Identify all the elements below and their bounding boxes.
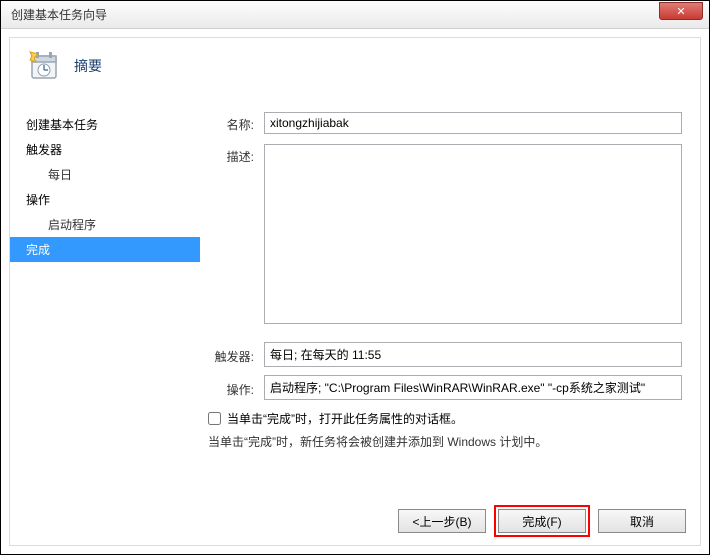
action-value: 启动程序; "C:\Program Files\WinRAR\WinRAR.ex… xyxy=(264,375,682,400)
close-button[interactable]: ✕ xyxy=(659,2,703,20)
sidebar-item-daily[interactable]: 每日 xyxy=(10,162,200,187)
content-pad: 摘要 创建基本任务 触发器 每日 操作 启动程序 完成 名称: xyxy=(1,29,709,554)
wizard-icon xyxy=(28,50,60,82)
finish-button-highlight: 完成(F) xyxy=(494,505,590,537)
sidebar-item-action[interactable]: 操作 xyxy=(10,187,200,212)
row-desc: 描述: xyxy=(200,144,682,324)
footer: <上一步(B) 完成(F) 取消 xyxy=(10,497,700,545)
sidebar: 创建基本任务 触发器 每日 操作 启动程序 完成 xyxy=(10,104,200,497)
main-form: 名称: 描述: 触发器: 每日; 在每天的 11:55 操作: 启动程序; "C… xyxy=(200,104,700,497)
row-action: 操作: 启动程序; "C:\Program Files\WinRAR\WinRA… xyxy=(200,375,682,400)
name-label: 名称: xyxy=(200,112,264,133)
inner-panel: 摘要 创建基本任务 触发器 每日 操作 启动程序 完成 名称: xyxy=(9,37,701,546)
close-icon: ✕ xyxy=(676,5,685,18)
open-properties-checkbox[interactable] xyxy=(208,412,221,425)
row-open-properties: 当单击“完成”时，打开此任务属性的对话框。 xyxy=(208,410,682,427)
row-trigger: 触发器: 每日; 在每天的 11:55 xyxy=(200,342,682,367)
sidebar-item-trigger[interactable]: 触发器 xyxy=(10,137,200,162)
trigger-label: 触发器: xyxy=(200,344,264,365)
trigger-value: 每日; 在每天的 11:55 xyxy=(264,342,682,367)
sidebar-item-finish[interactable]: 完成 xyxy=(10,237,200,262)
cancel-button[interactable]: 取消 xyxy=(598,509,686,533)
open-properties-label: 当单击“完成”时，打开此任务属性的对话框。 xyxy=(227,410,463,427)
name-input[interactable] xyxy=(264,112,682,134)
titlebar: 创建基本任务向导 ✕ xyxy=(1,1,709,29)
window-title: 创建基本任务向导 xyxy=(11,6,107,23)
finish-note: 当单击“完成”时，新任务将会被创建并添加到 Windows 计划中。 xyxy=(208,433,682,450)
header-section: 摘要 xyxy=(10,38,700,98)
sidebar-item-create-task[interactable]: 创建基本任务 xyxy=(10,112,200,137)
back-button[interactable]: <上一步(B) xyxy=(398,509,486,533)
row-name: 名称: xyxy=(200,112,682,134)
sidebar-item-start-program[interactable]: 启动程序 xyxy=(10,212,200,237)
desc-label: 描述: xyxy=(200,144,264,165)
desc-textarea[interactable] xyxy=(264,144,682,324)
action-label: 操作: xyxy=(200,377,264,398)
finish-button[interactable]: 完成(F) xyxy=(498,509,586,533)
wizard-window: 创建基本任务向导 ✕ 摘 xyxy=(0,0,710,555)
body-section: 创建基本任务 触发器 每日 操作 启动程序 完成 名称: 描述: xyxy=(10,104,700,497)
page-heading: 摘要 xyxy=(74,56,102,76)
